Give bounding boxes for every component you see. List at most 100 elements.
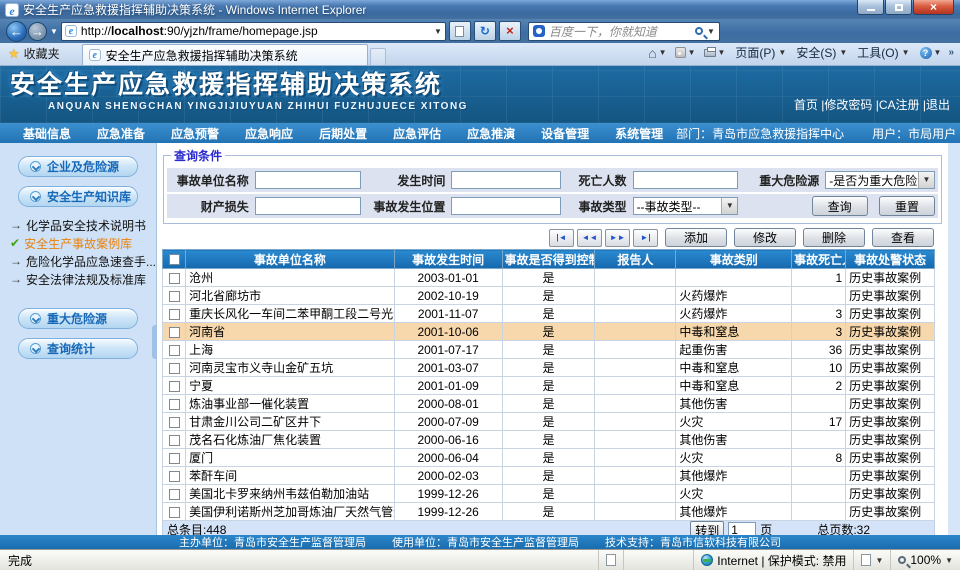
favorites-button[interactable]: ★ 收藏夹 [4,43,68,65]
row-checkbox[interactable] [169,489,180,500]
nav-item[interactable]: 应急响应 [232,125,306,142]
location-input[interactable] [451,197,561,215]
maximize-button[interactable] [885,0,912,15]
history-caret-icon[interactable]: ▼ [50,27,58,36]
reset-button[interactable]: 重置 [879,196,935,216]
row-checkbox[interactable] [169,309,180,320]
first-page-button[interactable]: |◄ [549,229,574,247]
property-loss-input[interactable] [255,197,361,215]
forward-button[interactable]: → [28,22,47,41]
sidebar-section-button[interactable]: 安全生产知识库 [18,186,138,207]
search-box[interactable]: 百度一下，你就知道 ▼ [528,22,720,41]
cell-unit: 河南灵宝市义寺山金矿五坑 [186,359,394,377]
table-row[interactable]: 美国北卡罗来纳州韦兹伯勒加油站1999-12-26是火灾历史事故案例 [163,485,935,503]
row-checkbox[interactable] [169,381,180,392]
row-checkbox[interactable] [169,327,180,338]
sidebar-collapse-handle[interactable] [152,325,157,359]
nav-item[interactable]: 应急准备 [84,125,158,142]
sidebar-section-button[interactable]: 企业及危险源 [18,156,138,177]
command-button[interactable]: 安全(S)▼ [791,42,852,63]
view-button[interactable]: 查看 [872,228,934,247]
nav-item[interactable]: 应急评估 [380,125,454,142]
table-row[interactable]: 炼油事业部一催化装置2000-08-01是其他伤害历史事故案例 [163,395,935,413]
command-button[interactable]: 页面(P)▼ [730,42,791,63]
table-row[interactable]: 苯酐车间2000-02-03是其他爆炸历史事故案例 [163,467,935,485]
nav-item[interactable]: 基础信息 [10,125,84,142]
new-tab-button[interactable] [370,48,386,65]
select-all-checkbox[interactable] [169,254,180,265]
feeds-button[interactable]: ▼ [672,46,699,59]
nav-item[interactable]: 应急预警 [158,125,232,142]
table-row[interactable]: 美国伊利诺斯州芝加哥炼油厂天然气管道1999-12-26是其他爆炸历史事故案例 [163,503,935,521]
back-button[interactable]: ← [6,21,27,42]
stop-button[interactable]: × [499,21,521,41]
header-link[interactable]: 退出 [926,98,950,112]
table-row[interactable]: 沧州2003-01-01是1历史事故案例 [163,269,935,287]
deaths-input[interactable] [633,171,739,189]
major-hazard-select[interactable]: -是否为重大危险源- ▼ [825,171,935,189]
tab-active[interactable]: e 安全生产应急救援指挥辅助决策系统 [82,44,368,65]
url-text[interactable]: http://localhost:90/yjzh/frame/homepage.… [81,24,430,38]
row-checkbox[interactable] [169,435,180,446]
occur-time-input[interactable] [451,171,561,189]
row-checkbox[interactable] [169,471,180,482]
table-row[interactable]: 宁夏2001-01-09是中毒和窒息2历史事故案例 [163,377,935,395]
sidebar-section-button[interactable]: 查询统计 [18,338,138,359]
sidebar-item[interactable]: →危险化学品应急速查手... [10,252,156,270]
row-checkbox[interactable] [169,363,180,374]
next-page-button[interactable]: ►► [605,229,630,247]
compatibility-view-button[interactable] [449,21,471,41]
cell-controlled: 是 [502,323,595,341]
row-checkbox[interactable] [169,417,180,428]
search-button[interactable]: 查询 [812,196,868,216]
nav-item[interactable]: 系统管理 [602,125,676,142]
help-button[interactable]: ?▼ [917,46,945,60]
print-button[interactable]: ▼ [701,47,729,58]
table-row[interactable]: 厦门2000-06-04是火灾8历史事故案例 [163,449,935,467]
goto-page-button[interactable]: 转到 [690,521,724,535]
unit-name-input[interactable] [255,171,361,189]
refresh-button[interactable]: ↻ [474,21,496,41]
sidebar-item[interactable]: →化学品安全技术说明书 [10,216,156,234]
nav-item[interactable]: 后期处置 [306,125,380,142]
row-checkbox[interactable] [169,399,180,410]
nav-item[interactable]: 应急推演 [454,125,528,142]
search-options-icon[interactable]: ▼ [707,27,715,36]
command-button[interactable]: 工具(O)▼ [852,42,914,63]
url-dropdown-icon[interactable]: ▼ [434,27,442,36]
header-link[interactable]: CA注册 [879,98,920,112]
accident-type-select[interactable]: --事故类型-- ▼ [633,197,739,215]
prev-page-button[interactable]: ◄◄ [577,229,602,247]
close-button[interactable]: × [913,0,954,15]
url-field[interactable]: e http://localhost:90/yjzh/frame/homepag… [61,22,446,41]
nav-item[interactable]: 设备管理 [528,125,602,142]
row-checkbox[interactable] [169,507,180,518]
home-button[interactable]: ⌂▼ [645,46,669,60]
table-row[interactable]: 茂名石化炼油厂焦化装置2000-06-16是其他伤害历史事故案例 [163,431,935,449]
zoom-control[interactable]: 100% ▼ [890,550,960,570]
table-row[interactable]: 河南灵宝市义寺山金矿五坑2001-03-07是中毒和窒息10历史事故案例 [163,359,935,377]
row-checkbox[interactable] [169,453,180,464]
search-placeholder[interactable]: 百度一下，你就知道 [549,23,691,40]
delete-button[interactable]: 删除 [803,228,865,247]
table-row[interactable]: 重庆长风化一车间二苯甲酮工段二号光化釜2001-11-07是火药爆炸3历史事故案… [163,305,935,323]
row-checkbox[interactable] [169,345,180,356]
table-row[interactable]: 河南省2001-10-06是中毒和窒息3历史事故案例 [163,323,935,341]
header-link[interactable]: 修改密码 [824,98,872,112]
header-link[interactable]: 首页 [794,98,818,112]
minimize-button[interactable] [857,0,884,15]
sidebar-section-button[interactable]: 重大危险源 [18,308,138,329]
table-row[interactable]: 上海2001-07-17是起重伤害36历史事故案例 [163,341,935,359]
row-checkbox[interactable] [169,291,180,302]
row-checkbox[interactable] [169,273,180,284]
table-row[interactable]: 甘肃金川公司二矿区井下2000-07-09是火灾17历史事故案例 [163,413,935,431]
sidebar-item[interactable]: ✔安全生产事故案例库 [10,234,156,252]
search-icon[interactable] [695,27,703,35]
table-row[interactable]: 河北省廊坊市2002-10-19是火药爆炸历史事故案例 [163,287,935,305]
overflow-chevron-icon[interactable]: » [946,47,956,58]
modify-button[interactable]: 修改 [734,228,796,247]
zoom-level-button[interactable]: ▼ [853,550,890,570]
add-button[interactable]: 添加 [665,228,727,247]
sidebar-item[interactable]: →安全法律法规及标准库 [10,270,156,288]
last-page-button[interactable]: ►| [633,229,658,247]
